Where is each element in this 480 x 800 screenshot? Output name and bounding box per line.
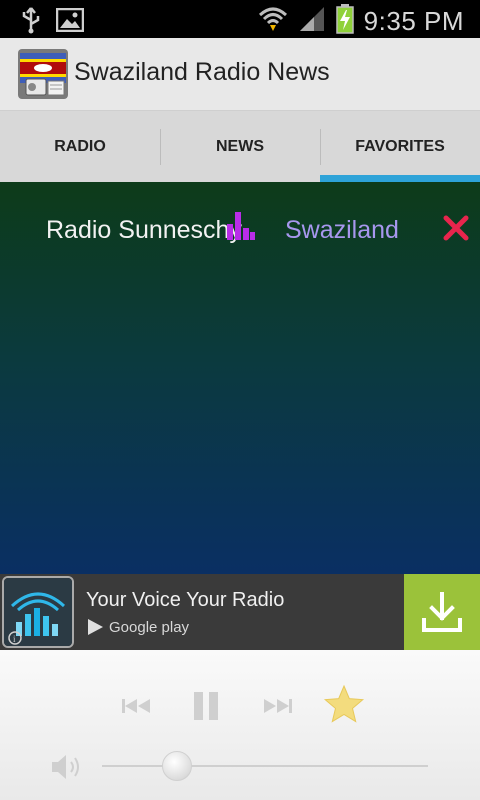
image-icon [55,7,85,37]
volume-slider-thumb[interactable] [161,751,192,781]
speaker-icon [52,755,79,779]
equalizer-icon [226,210,256,244]
radio-equalizer-app-icon[interactable]: i [2,576,74,648]
app-title: Swaziland Radio News [74,58,330,86]
ad-title: Your Voice Your Radio [86,589,285,611]
previous-icon [122,699,150,713]
favorites-list: Radio Sunneschy Swaziland [0,182,480,574]
next-button[interactable] [258,686,298,726]
download-button[interactable] [404,574,480,650]
list-item[interactable]: Radio Sunneschy Swaziland [0,210,480,254]
app-bar: Swaziland Radio News [0,38,480,110]
tab-bar: RADIO NEWS FAVORITES [0,110,480,183]
tab-radio[interactable]: RADIO [0,111,160,183]
store-label: Google play [109,618,190,636]
google-play-badge: Google play [86,618,189,636]
station-name: Radio Sunneschy [46,216,242,244]
download-icon [422,592,462,632]
tab-favorites[interactable]: FAVORITES [320,111,480,183]
player-panel [0,650,480,800]
signal-icon [298,5,326,38]
wifi-icon [258,5,288,38]
previous-button[interactable] [116,686,156,726]
pause-button[interactable] [188,686,224,726]
play-triangle-icon [88,619,103,635]
next-icon [264,699,292,713]
battery-charging-icon [335,4,354,39]
ad-banner[interactable]: i Your Voice Your Radio Google play [0,574,480,650]
clock: 9:35 PM [363,6,464,36]
favorite-star-icon [323,684,365,723]
station-country: Swaziland [285,216,399,244]
close-icon[interactable] [442,214,470,242]
volume-button[interactable] [46,750,86,784]
favorite-button[interactable] [322,682,366,726]
tab-news[interactable]: NEWS [160,111,320,183]
swaziland-flag-radio-icon [18,49,68,99]
volume-slider-track[interactable] [102,765,428,767]
status-bar: 9:35 PM [0,0,480,38]
pause-icon [194,692,218,720]
usb-icon [20,6,42,39]
